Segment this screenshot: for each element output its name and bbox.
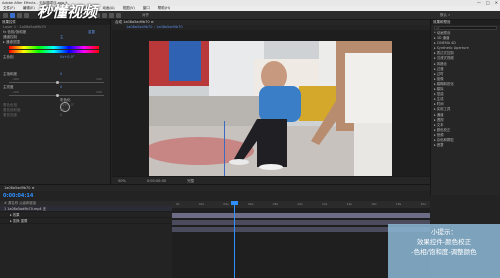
hue-range-bar-bottom <box>9 50 99 53</box>
tip-title: 小提示： <box>431 228 457 236</box>
timeline-current-time[interactable]: 0:00:04:14 <box>3 193 33 199</box>
ruler-tick: 10s <box>297 202 303 206</box>
effects-presets-tab[interactable]: 效果和预设 <box>431 20 500 25</box>
ruler-tick: 14s <box>346 202 352 206</box>
tip-line-2: -色相/饱和度-调整颜色 <box>411 248 477 256</box>
zoom-tool-icon[interactable] <box>24 13 29 18</box>
composition-viewer[interactable] <box>149 41 392 176</box>
lightness-slider[interactable]: -100 100 <box>0 90 110 98</box>
hand-tool-icon[interactable] <box>17 13 22 18</box>
hue-range-bar-top <box>9 46 99 49</box>
pen-tool-icon[interactable] <box>102 13 107 18</box>
tip-line-1: 效果控件-颜色校正 <box>416 238 472 246</box>
resolution-select[interactable]: 完整 <box>187 179 194 183</box>
ruler-tick: 12s <box>321 202 328 206</box>
lightness-slider-knob[interactable] <box>56 94 59 97</box>
ruler-tick: 08s <box>272 202 279 206</box>
layer-track-bar[interactable] <box>172 213 430 218</box>
effect-controls-panel: 效果控件 Layer 1 · 1a08a5ad9b70 fx 色相/饱和度 重置… <box>0 20 111 184</box>
watermark-logo: 秒懂视频 <box>37 3 98 21</box>
ruler-tick: 18s <box>395 202 402 206</box>
ruler-tick: 04s <box>223 202 229 206</box>
viewer-footer: 50% 0:00:00:00 完整 <box>112 176 430 184</box>
saturation-slider[interactable]: -100 100 <box>0 77 110 85</box>
effects-presets-panel: 效果和预设 ρ▾ * 动画预设 ▸ 3D 通道 ▸ CINEMA 4D ▸ Sy… <box>430 20 500 195</box>
saturation-slider-knob[interactable] <box>56 81 59 84</box>
selection-tool-icon[interactable] <box>10 13 15 18</box>
brush-tool-icon[interactable] <box>116 13 121 18</box>
video-frame-image <box>149 41 392 176</box>
snap-label[interactable]: 对齐 <box>142 13 149 18</box>
playhead-line <box>234 201 235 278</box>
home-tool-icon[interactable] <box>3 13 8 18</box>
layer-transform-group[interactable]: ▸ 变换 重置 <box>0 218 172 224</box>
ruler-tick: 0s <box>176 202 180 206</box>
effect-row-master-hue[interactable]: 主色相 0x+0.0° <box>0 55 110 60</box>
viewer-timecode[interactable]: 0:00:00:00 <box>147 179 166 183</box>
ruler-tick: 20s <box>420 202 426 206</box>
channel-range-bars <box>0 45 110 55</box>
ruler-tick: 16s <box>371 202 377 206</box>
ruler-tick: 02s <box>198 202 205 206</box>
type-tool-icon[interactable] <box>109 13 114 18</box>
ruler-tick: 06s <box>248 202 254 206</box>
timeline-tab[interactable]: 1a08a5ad9b70 ≡ <box>0 185 430 191</box>
effects-search-input[interactable]: ρ▾ <box>434 26 497 30</box>
composition-breadcrumb[interactable]: 1a08a5ad9b70 ‹ 1a08a5ad9b70 <box>112 25 430 30</box>
zoom-select[interactable]: 50% <box>118 179 126 183</box>
after-effects-window: Adobe After Effects - 无标题项目.aep * — □ ✕ … <box>0 0 500 278</box>
tip-overlay: 小提示： 效果控件-颜色校正 -色相/饱和度-调整颜色 <box>388 224 500 278</box>
composition-panel: 合成 1a08a5ad9b70 ≡ 1a08a5ad9b70 ‹ 1a08a5a… <box>112 20 430 184</box>
timeline-layer-list: # 源名称 父级和链接 1 1a08a5ad9b70.mp4 无 ▸ 效果 ▸ … <box>0 201 172 278</box>
timeline-panel: 1a08a5ad9b70 ≡ 0:00:04:14 # 源名称 父级和链接 1 … <box>0 184 430 278</box>
workspace-selector[interactable]: 默认 » <box>440 13 450 18</box>
effects-list-item[interactable]: ▸ 遮罩 <box>431 143 500 148</box>
time-ruler[interactable]: 0s 02s 04s 06s 08s 10s 12s 14s 16s 18s 2… <box>172 201 430 208</box>
effect-row-colorize-lightness: 着色亮度 0 <box>3 113 63 117</box>
